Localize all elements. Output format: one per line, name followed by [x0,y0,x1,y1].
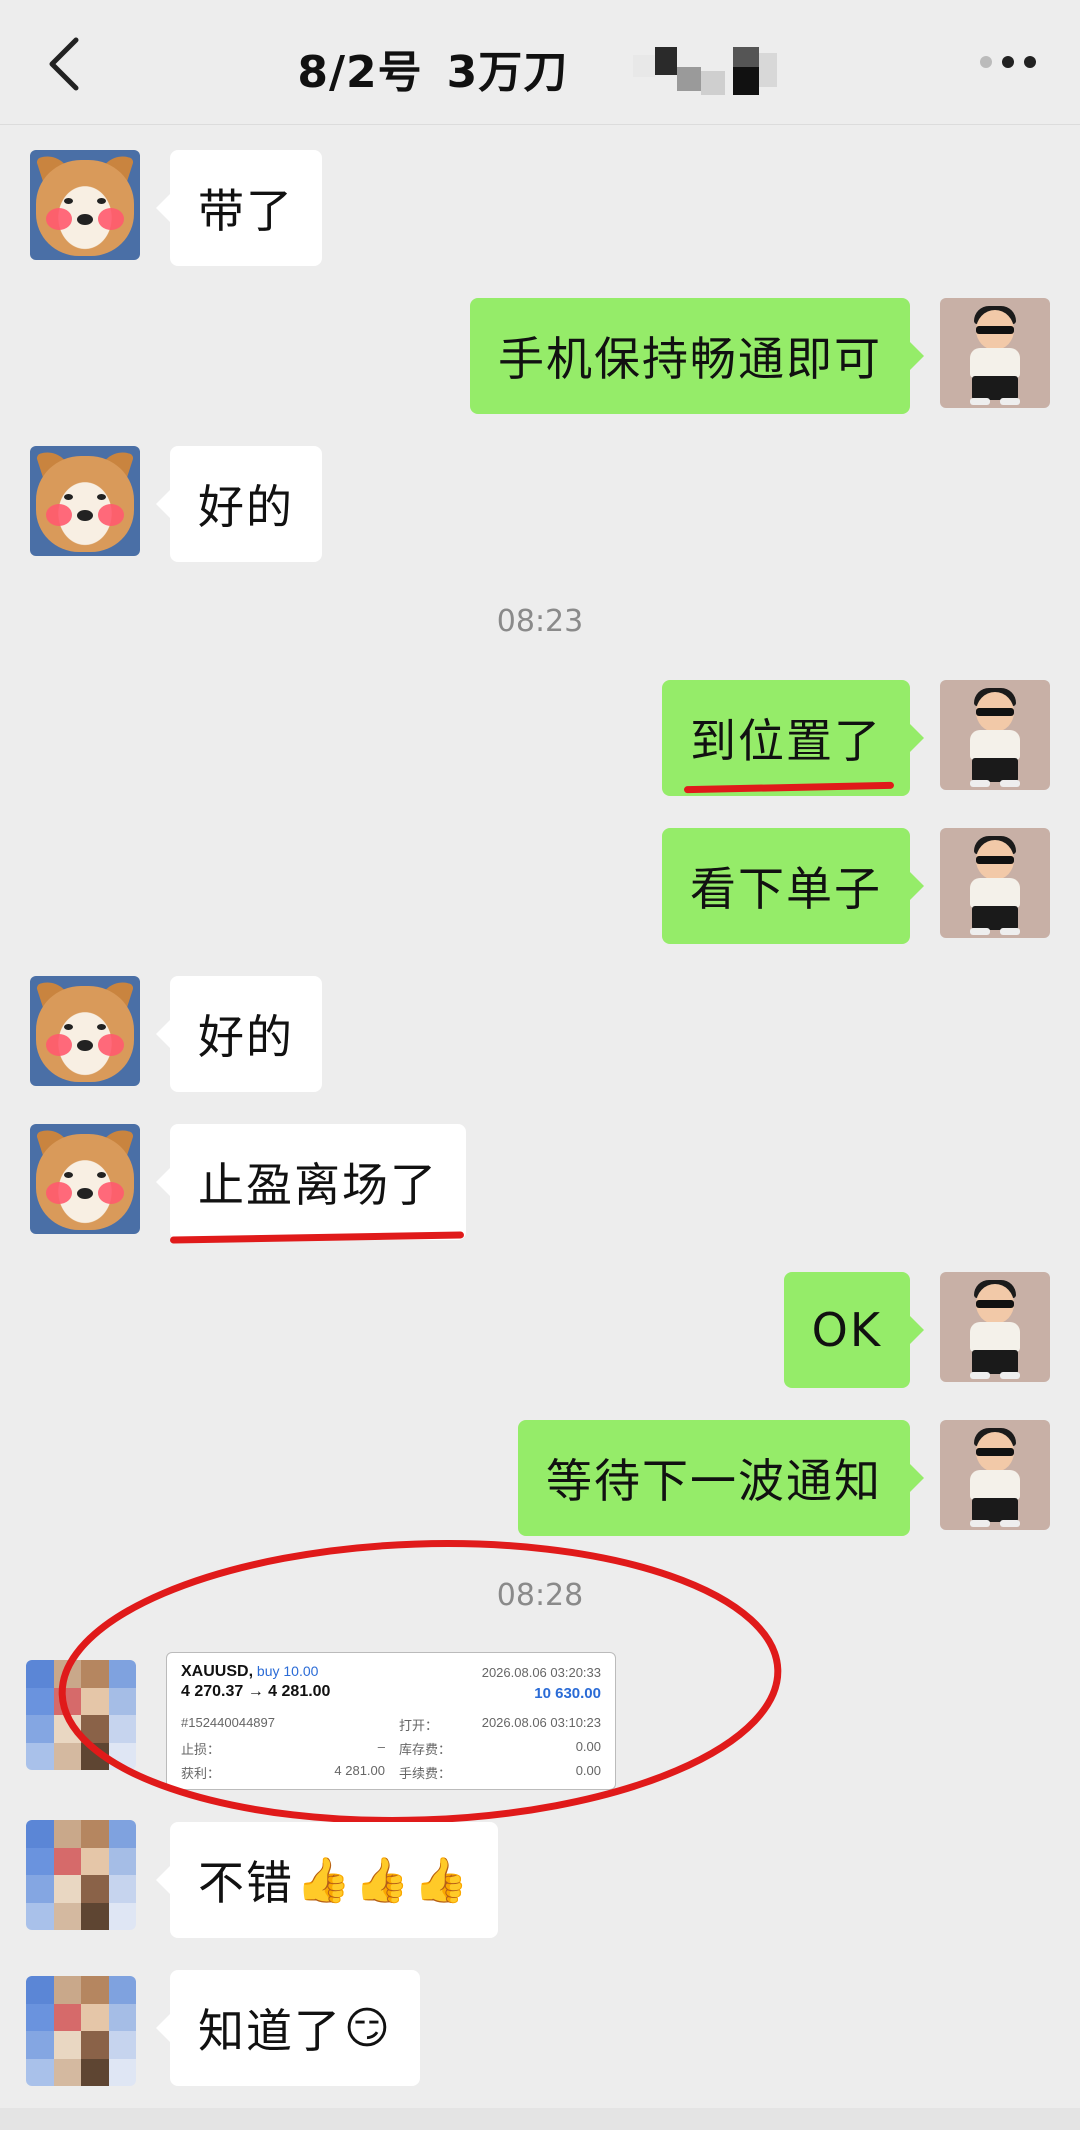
contact-avatar-shiba[interactable] [30,976,140,1086]
more-options-icon[interactable] [980,56,1040,70]
incoming-message-bubble[interactable]: 不错 👍 👍 👍 [155,1822,499,1938]
incoming-message-bubble[interactable]: 好的 [156,976,322,1092]
message-text: OK [811,1303,882,1357]
outgoing-message-bubble[interactable]: 到位置了 [662,680,924,796]
message-text: 知道了 [198,2004,342,2058]
input-bar-edge [0,2108,1080,2130]
timestamp: 08:23 [496,604,584,639]
contact-avatar-blurred[interactable] [26,1820,136,1930]
my-avatar[interactable] [940,1420,1050,1530]
message-text: 等待下一波通知 [546,1454,882,1508]
chat-title: 8/2号 3万刀 [0,36,1080,103]
my-avatar[interactable] [940,298,1050,408]
incoming-message-bubble[interactable]: 知道了 😏 [156,1970,420,2086]
contact-avatar-shiba[interactable] [30,150,140,260]
contact-avatar-shiba[interactable] [30,446,140,556]
message-text: 手机保持畅通即可 [498,332,882,386]
message-text: 好的 [198,480,294,534]
my-avatar[interactable] [940,828,1050,938]
incoming-message-bubble[interactable]: 带了 [156,150,322,266]
contact-avatar-shiba[interactable] [30,1124,140,1234]
message-text: 不错 [198,1856,294,1910]
incoming-message-bubble[interactable]: 好的 [156,446,322,562]
outgoing-message-bubble[interactable]: 看下单子 [662,828,924,944]
message-text: 止盈离场了 [198,1158,438,1212]
thumbs-up-icon: 👍 [413,1855,471,1906]
chat-title-date: 8/2号 [297,47,423,98]
message-text: 带了 [198,184,294,238]
red-circle-annotation [58,1540,782,1824]
outgoing-message-bubble[interactable]: 等待下一波通知 [518,1420,924,1536]
message-text: 到位置了 [690,714,882,768]
message-text: 看下单子 [690,862,882,916]
outgoing-message-bubble[interactable]: OK [783,1272,925,1388]
my-avatar[interactable] [940,680,1050,790]
smirk-face-icon: 😏 [344,2002,392,2054]
my-avatar[interactable] [940,1272,1050,1382]
outgoing-message-bubble[interactable]: 手机保持畅通即可 [470,298,924,414]
contact-avatar-blurred[interactable] [26,1976,136,2086]
chat-header: 8/2号 3万刀 [0,0,1080,125]
thumbs-up-icon: 👍 [354,1855,412,1906]
incoming-message-bubble[interactable]: 止盈离场了 [156,1124,466,1240]
chat-title-amount: 3万刀 [446,47,569,98]
thumbs-up-icon: 👍 [296,1855,353,1906]
message-text: 好的 [198,1010,294,1064]
blurred-name-mosaic [632,47,777,95]
